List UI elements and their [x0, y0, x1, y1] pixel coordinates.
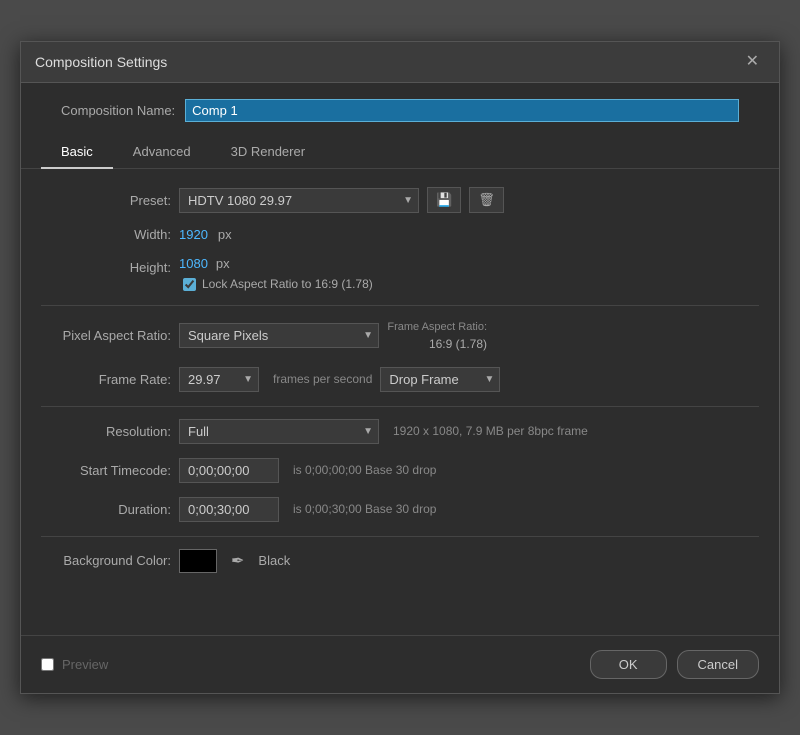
frame-aspect-value: 16:9 (1.78) [429, 337, 487, 351]
composition-settings-dialog: Composition Settings ✕ Composition Name:… [20, 41, 780, 693]
width-unit: px [218, 227, 232, 242]
footer-right: OK Cancel [590, 650, 759, 679]
height-label: Height: [41, 256, 171, 275]
frame-rate-label: Frame Rate: [41, 372, 171, 387]
preset-delete-button[interactable]: 🗑 [469, 187, 504, 213]
pixel-aspect-row: Pixel Aspect Ratio: Square Pixels D1/DV … [41, 318, 759, 352]
lock-aspect-row: Lock Aspect Ratio to 16:9 (1.78) [183, 277, 373, 291]
width-label: Width: [41, 227, 171, 242]
lock-aspect-label: Lock Aspect Ratio to 16:9 (1.78) [202, 277, 373, 291]
height-group: 1080 px Lock Aspect Ratio to 16:9 (1.78) [179, 256, 373, 291]
preset-save-button[interactable]: 💾 [427, 187, 461, 213]
title-bar: Composition Settings ✕ [21, 42, 779, 83]
dialog-title: Composition Settings [35, 54, 167, 70]
drop-frame-wrapper: Drop Frame Non Drop Frame ▼ [380, 367, 500, 392]
comp-name-input[interactable] [185, 99, 739, 122]
close-button[interactable]: ✕ [740, 52, 765, 72]
duration-label: Duration: [41, 502, 171, 517]
duration-row: Duration: is 0;00;30;00 Base 30 drop [41, 497, 759, 522]
frame-rate-row: Frame Rate: 29.97 24 25 30 60 ▼ frames p… [41, 367, 759, 392]
comp-name-row: Composition Name: [21, 83, 779, 136]
comp-name-label: Composition Name: [61, 103, 175, 118]
tab-3d-renderer[interactable]: 3D Renderer [211, 136, 325, 169]
background-color-swatch[interactable] [179, 549, 217, 573]
start-timecode-input[interactable] [179, 458, 279, 483]
resolution-select[interactable]: Full Half Third Quarter Custom... [179, 419, 379, 444]
resolution-select-wrapper: Full Half Third Quarter Custom... ▼ [179, 419, 379, 444]
content-area: Preset: HDTV 1080 29.97 HDTV 1080 25 HDT… [21, 169, 779, 604]
start-timecode-row: Start Timecode: is 0;00;00;00 Base 30 dr… [41, 458, 759, 483]
background-color-name: Black [258, 553, 290, 568]
lock-aspect-checkbox[interactable] [183, 278, 196, 291]
preview-label: Preview [62, 657, 108, 672]
tabs-row: Basic Advanced 3D Renderer [21, 136, 779, 169]
start-timecode-label: Start Timecode: [41, 463, 171, 478]
tab-advanced[interactable]: Advanced [113, 136, 211, 169]
resolution-label: Resolution: [41, 424, 171, 439]
height-value-row: 1080 px [179, 256, 373, 271]
frame-aspect-box: Frame Aspect Ratio: 16:9 (1.78) [387, 318, 487, 352]
width-row: Width: 1920 px [41, 227, 759, 242]
resolution-row: Resolution: Full Half Third Quarter Cust… [41, 419, 759, 444]
ok-button[interactable]: OK [590, 650, 667, 679]
background-color-row: Background Color: ✒ Black [41, 549, 759, 573]
separator-2 [41, 406, 759, 407]
eyedropper-icon[interactable]: ✒ [231, 551, 244, 571]
preset-select-wrapper: HDTV 1080 29.97 HDTV 1080 25 HDTV 720 29… [179, 188, 419, 213]
footer-left: Preview [41, 657, 108, 672]
cancel-button[interactable]: Cancel [677, 650, 759, 679]
preview-checkbox[interactable] [41, 658, 54, 671]
separator-3 [41, 536, 759, 537]
duration-info: is 0;00;30;00 Base 30 drop [293, 502, 436, 516]
duration-input[interactable] [179, 497, 279, 522]
footer: Preview OK Cancel [21, 635, 779, 693]
drop-frame-select[interactable]: Drop Frame Non Drop Frame [380, 367, 500, 392]
start-timecode-info: is 0;00;00;00 Base 30 drop [293, 463, 436, 477]
height-lockaspect-row: Height: 1080 px Lock Aspect Ratio to 16:… [41, 256, 759, 291]
pixel-aspect-label: Pixel Aspect Ratio: [41, 328, 171, 343]
frame-rate-select-wrapper: 29.97 24 25 30 60 ▼ [179, 367, 259, 392]
width-value[interactable]: 1920 [179, 227, 208, 242]
background-color-label: Background Color: [41, 553, 171, 568]
frame-aspect-label: Frame Aspect Ratio: [387, 321, 487, 333]
separator-1 [41, 305, 759, 306]
height-unit: px [216, 256, 230, 271]
frame-rate-select[interactable]: 29.97 24 25 30 60 [179, 367, 259, 392]
preset-row: Preset: HDTV 1080 29.97 HDTV 1080 25 HDT… [41, 187, 759, 213]
tab-basic[interactable]: Basic [41, 136, 113, 169]
pixel-aspect-select[interactable]: Square Pixels D1/DV NTSC D1/DV PAL [179, 323, 379, 348]
preset-select[interactable]: HDTV 1080 29.97 HDTV 1080 25 HDTV 720 29… [179, 188, 419, 213]
resolution-info: 1920 x 1080, 7.9 MB per 8bpc frame [393, 424, 588, 438]
height-value[interactable]: 1080 [179, 256, 208, 271]
pixel-aspect-select-wrapper: Square Pixels D1/DV NTSC D1/DV PAL ▼ [179, 323, 379, 348]
frame-rate-unit: frames per second [273, 372, 372, 386]
preset-label: Preset: [41, 193, 171, 208]
